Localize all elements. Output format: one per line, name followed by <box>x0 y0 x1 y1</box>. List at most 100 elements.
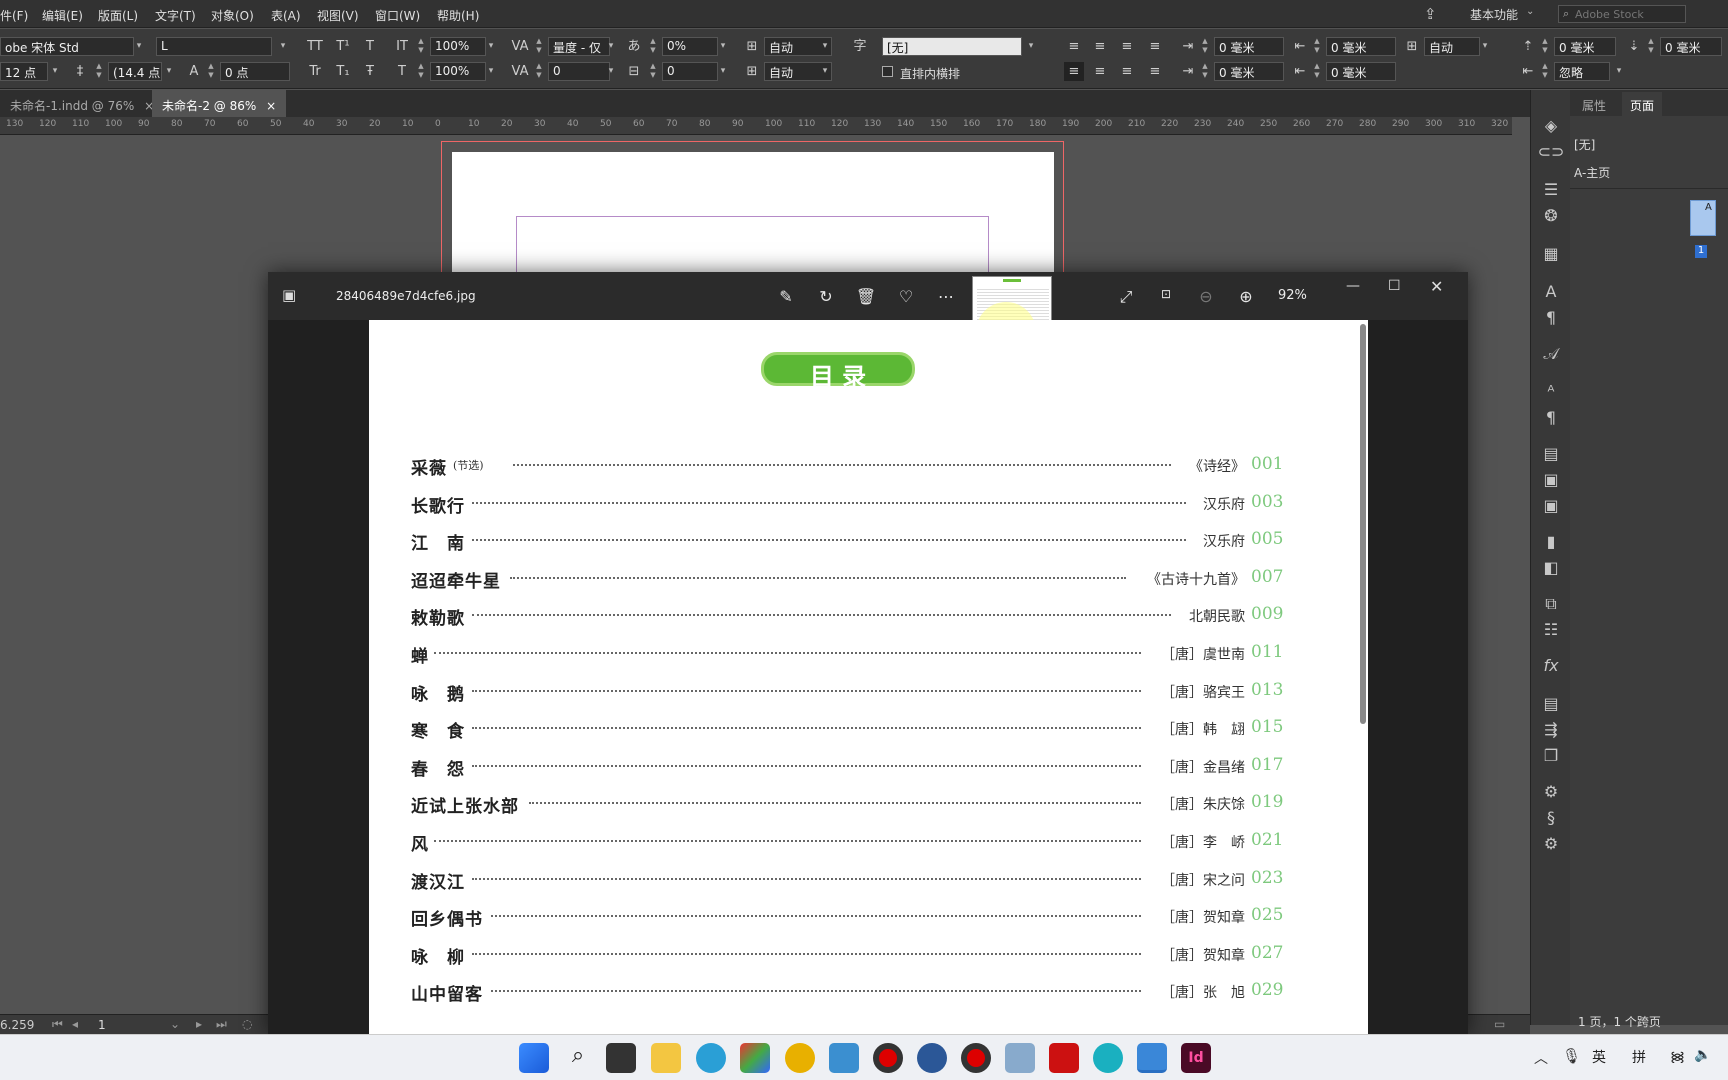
menu-view[interactable]: 视图(V) <box>317 7 359 24</box>
chevron-down-icon[interactable]: ▾ <box>818 37 832 56</box>
recorder-2-icon[interactable] <box>961 1043 991 1073</box>
spinner-icon[interactable]: ▲ ▼ <box>1540 62 1550 81</box>
object-styles-icon[interactable]: ❐ <box>1531 746 1571 765</box>
network-app-icon[interactable] <box>1005 1043 1035 1073</box>
char-style-field[interactable]: [无] <box>882 37 1022 56</box>
baseline-field[interactable]: 0 点 <box>220 62 290 81</box>
last-line-indent-field[interactable]: 0 毫米 <box>1326 62 1396 81</box>
spinner-icon[interactable]: ▲ ▼ <box>648 62 658 81</box>
wifi-icon[interactable]: ᯼ <box>1670 1047 1685 1066</box>
first-page-icon[interactable]: ⏮ <box>52 1017 63 1032</box>
close-icon[interactable]: ✕ <box>1430 277 1443 296</box>
spinner-icon[interactable]: ▲ ▼ <box>416 37 426 56</box>
spinner-icon[interactable]: ▲ ▼ <box>206 62 216 81</box>
spinner-icon[interactable]: ▲ ▼ <box>648 37 658 56</box>
horizontal-scale-field[interactable]: 100% <box>430 62 486 81</box>
acrobat-icon[interactable] <box>1049 1043 1079 1073</box>
vertical-scale-icon[interactable]: IT <box>392 37 412 56</box>
table-icon[interactable]: ▤ <box>1531 444 1571 463</box>
spinner-icon[interactable]: ▲ ▼ <box>1200 37 1210 56</box>
character-icon[interactable]: A <box>1531 282 1571 301</box>
chevron-down-icon[interactable]: ▾ <box>1024 37 1038 56</box>
align-icon[interactable]: ▮ <box>1531 532 1571 551</box>
tabs-icon[interactable]: ⇶ <box>1531 720 1571 739</box>
superscript-icon[interactable]: T¹ <box>333 37 353 56</box>
rotate-icon[interactable]: ↻ <box>814 287 838 306</box>
chevron-down-icon[interactable]: ▾ <box>484 62 498 81</box>
leading-field[interactable]: (14.4 点 <box>108 62 162 81</box>
adobe-stock-input[interactable] <box>1575 7 1683 21</box>
chrome-icon[interactable] <box>785 1043 815 1073</box>
font-family-field[interactable]: obe 宋体 Std <box>0 37 134 56</box>
page-field[interactable]: 1 <box>98 1018 106 1032</box>
align-left-icon[interactable]: ≡ <box>1064 37 1084 56</box>
first-line-indent-field[interactable]: 0 毫米 <box>1214 62 1284 81</box>
tracking-field[interactable]: 0 <box>548 62 610 81</box>
menu-window[interactable]: 窗口(W) <box>375 7 420 24</box>
pathfinder-icon[interactable]: ◧ <box>1531 558 1571 577</box>
prev-page-icon[interactable]: ◂ <box>72 1017 78 1031</box>
tsume-field[interactable]: 0% <box>662 37 718 56</box>
photos-icon[interactable] <box>1137 1043 1167 1073</box>
font-style-field[interactable]: L <box>156 37 272 56</box>
paragraph-styles-icon[interactable]: ¶ <box>1531 408 1571 427</box>
justify-all-icon[interactable]: ≡ <box>1117 62 1137 81</box>
tab-document-2[interactable]: 未命名-2 @ 86% × <box>152 90 287 117</box>
index-icon[interactable]: ▤ <box>1531 694 1571 713</box>
spinner-icon[interactable]: ▲ ▼ <box>1200 62 1210 81</box>
spinner-icon[interactable]: ▲ ▼ <box>534 62 544 81</box>
actual-size-icon[interactable]: ⊡ <box>1154 287 1178 301</box>
paragraph-icon[interactable]: ¶ <box>1531 308 1571 327</box>
edit-image-icon[interactable]: ✎ <box>774 287 798 306</box>
vertical-scale-field[interactable]: 100% <box>430 37 486 56</box>
close-icon[interactable]: × <box>266 99 276 113</box>
stroke-icon[interactable]: ☰ <box>1531 180 1571 199</box>
task-view-icon[interactable] <box>606 1043 636 1073</box>
align-away-spine-icon[interactable]: ≡ <box>1145 62 1165 81</box>
more-icon[interactable]: ⋯ <box>934 287 958 306</box>
recorder-icon[interactable] <box>873 1043 903 1073</box>
chevron-down-icon[interactable]: ▾ <box>1612 62 1626 81</box>
space-before-field[interactable]: 0 毫米 <box>1554 37 1616 56</box>
tab-pages[interactable]: 页面 <box>1622 92 1663 116</box>
glyphs-icon[interactable]: 𝒜 <box>1531 344 1571 364</box>
store-icon[interactable] <box>740 1043 770 1073</box>
spinner-icon[interactable]: ▲ ▼ <box>1312 62 1322 81</box>
chevron-down-icon[interactable]: ▾ <box>604 62 618 81</box>
microphone-icon[interactable]: 🎙 <box>1562 1047 1581 1065</box>
ime-language[interactable]: 英 <box>1592 1047 1606 1067</box>
chevron-up-icon[interactable]: ︿ <box>1534 1048 1548 1068</box>
cc-libraries-icon[interactable]: ▦ <box>1531 244 1571 263</box>
chevron-down-icon[interactable]: ▾ <box>1478 37 1492 56</box>
subscript-icon[interactable]: T₁ <box>333 62 353 81</box>
menu-file[interactable]: 件(F) <box>0 7 28 24</box>
vertical-in-horizontal-checkbox[interactable] <box>882 66 893 77</box>
chevron-down-icon[interactable]: ⌄ <box>170 1017 180 1031</box>
scripts-icon[interactable]: ⚙ <box>1531 782 1571 801</box>
vertical-scrollbar[interactable] <box>1360 324 1366 724</box>
minimize-icon[interactable]: — <box>1346 278 1360 294</box>
tab-properties[interactable]: 属性 <box>1582 97 1606 114</box>
kerning-field[interactable]: 量度 - 仅 <box>548 37 610 56</box>
space-after-field[interactable]: 0 毫米 <box>1660 37 1722 56</box>
menu-object[interactable]: 对象(O) <box>211 7 254 24</box>
chevron-down-icon[interactable]: ▾ <box>818 62 832 81</box>
viewer-zoom[interactable]: 92% <box>1278 288 1307 303</box>
zoom-level[interactable]: 6.259 <box>0 1018 34 1032</box>
image-canvas[interactable]: 目 录 采薇 (节选) 《诗经》 001 长歌行 汉乐府 003 江 南汉乐府 005 迢迢牵牛星… <box>369 320 1368 1034</box>
zoom-out-icon[interactable]: ⊖ <box>1194 287 1218 306</box>
favorite-icon[interactable]: ♡ <box>894 287 918 306</box>
all-caps-icon[interactable]: TT <box>305 37 325 56</box>
font-size-field[interactable]: 12 点 <box>0 62 48 81</box>
tab-document-1[interactable]: 未命名-1.indd @ 76% × <box>0 90 164 117</box>
transform-icon[interactable]: ⧉ <box>1531 594 1571 614</box>
share-icon[interactable]: ⇪ <box>1424 5 1437 23</box>
align-towards-spine-icon[interactable]: ≡ <box>1064 62 1084 81</box>
adobe-stock-search[interactable]: ⌕ <box>1558 5 1686 23</box>
notepad-icon[interactable] <box>829 1043 859 1073</box>
menu-type[interactable]: 文字(T) <box>155 7 196 24</box>
swatches-icon[interactable]: ❂ <box>1531 206 1571 225</box>
align-center-icon[interactable]: ≡ <box>1090 37 1110 56</box>
spinner-icon[interactable]: ▲ ▼ <box>534 37 544 56</box>
spinner-icon[interactable]: ▲ ▼ <box>94 62 104 81</box>
